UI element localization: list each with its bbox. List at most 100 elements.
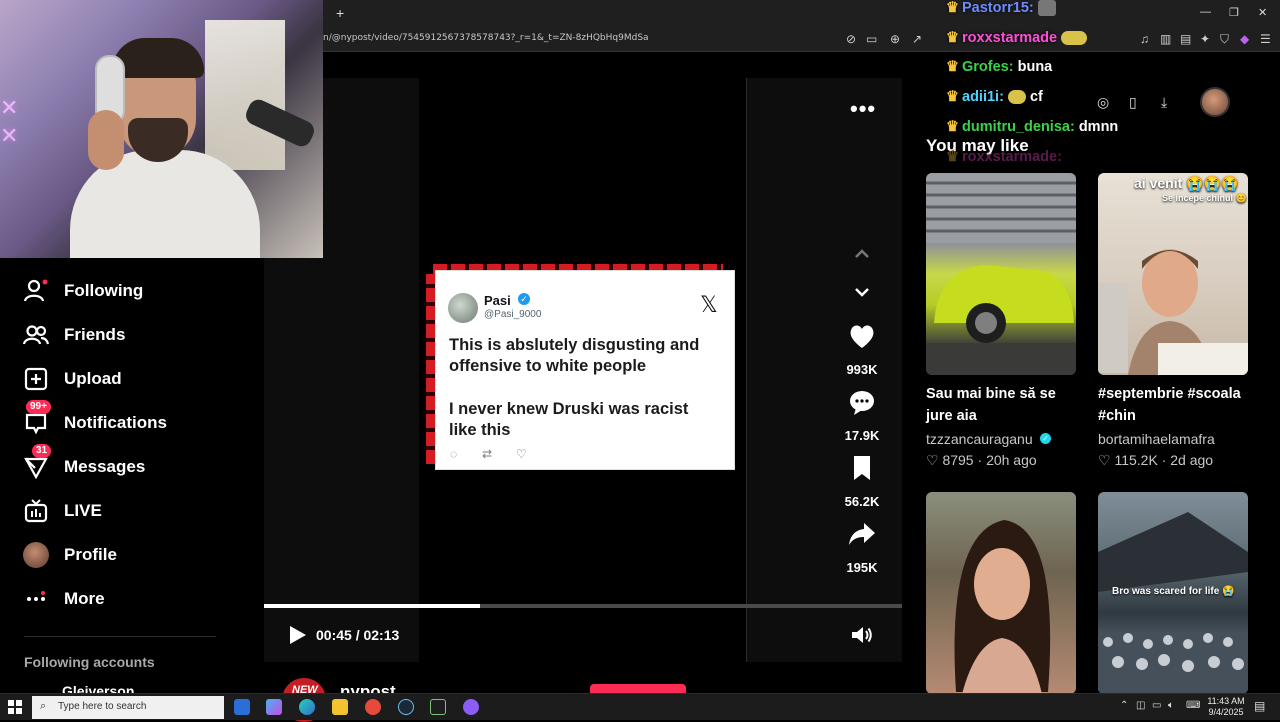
- card-author[interactable]: bortamihaelamafra: [1098, 431, 1215, 447]
- sidebar-item-label: More: [64, 589, 105, 608]
- user-avatar[interactable]: [1200, 87, 1230, 117]
- download-icon[interactable]: ⤓: [1161, 94, 1167, 111]
- share-arrow-icon[interactable]: [846, 520, 878, 548]
- more-icon: [22, 586, 50, 612]
- chevron-up-icon[interactable]: [846, 240, 878, 268]
- card-overlay-text: Bro was scared for life 😭: [1112, 586, 1235, 597]
- sidebar-item-notifications[interactable]: 99+ Notifications: [22, 400, 167, 438]
- chat-message: ♛ adii1i: cf: [946, 89, 1043, 105]
- more-options-icon[interactable]: •••: [850, 96, 876, 122]
- card-age: 20h ago: [986, 452, 1037, 468]
- chat-badge-icon: ♛: [946, 30, 959, 46]
- clock-time[interactable]: 11:43 AM: [1206, 696, 1246, 706]
- upload-icon: [22, 366, 50, 392]
- taskbar-search[interactable]: ⌕ Type here to search: [32, 696, 224, 719]
- sidebar-item-profile[interactable]: Profile: [22, 540, 117, 570]
- task-view-icon[interactable]: [234, 699, 250, 715]
- verified-icon: ✓: [1040, 433, 1051, 444]
- share-count: 195K: [846, 560, 878, 575]
- volume-tray-icon[interactable]: 🔈︎: [1168, 700, 1174, 711]
- video-card[interactable]: Bro was scared for life 😭: [1098, 492, 1248, 694]
- video-card[interactable]: ai venit 😭😭😭 Se incepe chinul 😊: [1098, 173, 1248, 375]
- volume-icon[interactable]: [850, 624, 874, 646]
- wallet-icon[interactable]: ▤: [1180, 32, 1191, 46]
- streamer-hand: [88, 110, 124, 170]
- new-tab-button[interactable]: +: [336, 5, 344, 21]
- url-text[interactable]: n/@nypost/video/7545912567378578743?_r=1…: [323, 33, 649, 43]
- notification-center-icon[interactable]: ▤: [1254, 699, 1265, 713]
- zoom-icon[interactable]: ⊕: [890, 32, 900, 46]
- tweet-text-line: This is abslutely disgusting and: [449, 336, 700, 354]
- chat-username: Pastorr15:: [962, 0, 1034, 16]
- sidebar-item-upload[interactable]: Upload: [22, 364, 122, 394]
- retweet-icon: ⇄: [482, 447, 493, 461]
- video-card[interactable]: [926, 492, 1076, 694]
- card-title[interactable]: Sau mai bine să se jure aia: [926, 383, 1086, 427]
- tweet-author-name: Pasi: [484, 293, 511, 308]
- shield-icon[interactable]: ⛉: [1220, 32, 1229, 47]
- minimize-icon[interactable]: —: [1200, 6, 1211, 18]
- webcam-window: [205, 20, 285, 170]
- terminal-icon[interactable]: [430, 699, 446, 715]
- browser-icon[interactable]: [365, 699, 381, 715]
- divider: [24, 636, 216, 637]
- media-icon[interactable]: ♫: [1140, 32, 1149, 46]
- following-accounts-heading: Following accounts: [24, 654, 155, 670]
- chat-username: Grofes:: [962, 59, 1014, 75]
- card-likes: 8795: [942, 452, 974, 468]
- notifications-badge: 99+: [26, 400, 51, 414]
- steam-icon[interactable]: [398, 699, 414, 715]
- sidebar-item-label: Messages: [64, 457, 146, 476]
- restore-icon[interactable]: ❐: [1229, 6, 1239, 19]
- comment-icon[interactable]: [846, 388, 878, 416]
- share-icon[interactable]: ↗: [912, 32, 922, 46]
- sidebar-item-label: LIVE: [64, 501, 102, 520]
- sidebar-icon[interactable]: ▥: [1160, 32, 1171, 46]
- watch-icon[interactable]: ◎: [1097, 94, 1109, 111]
- profile-avatar: [22, 542, 50, 568]
- windows-start-icon[interactable]: [8, 700, 22, 714]
- card-overlay-subtext: Se incepe chinul 😊: [1162, 193, 1247, 203]
- chat-username: roxxstarmade:: [962, 149, 1062, 165]
- extension-icon[interactable]: ◆: [1240, 32, 1249, 46]
- tray-chevron-icon[interactable]: ⌃: [1120, 700, 1128, 711]
- bookmark-icon[interactable]: [846, 454, 878, 482]
- sidebar-item-label: Notifications: [64, 413, 167, 432]
- network-icon[interactable]: ▭: [1152, 700, 1161, 711]
- card-author[interactable]: tzzzancauraganu: [926, 431, 1033, 447]
- extensions-icon[interactable]: ✦: [1200, 32, 1210, 46]
- video-card[interactable]: [926, 173, 1076, 375]
- card-stats: ♡ 115.2K · 2d ago: [1098, 452, 1214, 468]
- menu-icon[interactable]: ☰: [1260, 32, 1271, 46]
- mute-site-icon[interactable]: ⊘: [846, 32, 856, 46]
- like-count: 993K: [846, 362, 878, 377]
- close-window-icon[interactable]: ✕: [1258, 6, 1267, 19]
- car-thumbnail: [926, 173, 1076, 375]
- friends-icon: [22, 322, 50, 348]
- video-progress-bar[interactable]: [264, 604, 902, 608]
- tray-icon[interactable]: ◫: [1136, 700, 1145, 711]
- phone-icon[interactable]: ▯: [1129, 94, 1137, 111]
- file-explorer-icon[interactable]: [332, 699, 348, 715]
- language-icon[interactable]: ⌨: [1186, 700, 1200, 711]
- sidebar-item-messages[interactable]: 31 Messages: [22, 444, 146, 482]
- cast-icon[interactable]: ▭: [866, 32, 877, 46]
- edge-icon[interactable]: [299, 699, 315, 715]
- chevron-down-icon[interactable]: [846, 278, 878, 306]
- discord-icon[interactable]: [463, 699, 479, 715]
- chat-message: ♛ roxxstarmade:: [946, 149, 1062, 165]
- clock-date[interactable]: 9/4/2025: [1206, 707, 1246, 717]
- sidebar-item-following[interactable]: Following: [22, 276, 143, 306]
- sidebar-item-live[interactable]: LIVE: [22, 496, 102, 526]
- play-icon[interactable]: [286, 624, 308, 646]
- like-heart-icon[interactable]: [846, 322, 878, 350]
- chat-message: ♛ Pastorr15:: [946, 0, 1056, 17]
- sidebar-item-more[interactable]: More: [22, 584, 105, 614]
- sidebar-item-friends[interactable]: Friends: [22, 320, 125, 350]
- webcam-overlay: ✕ ✕: [0, 0, 323, 258]
- chat-message: ♛ roxxstarmade: [946, 30, 1088, 46]
- sidebar: Following Friends Upload 99+ Notificatio…: [0, 258, 264, 700]
- copilot-icon[interactable]: [266, 699, 282, 715]
- card-title[interactable]: #septembrie #scoala #chin: [1098, 383, 1258, 427]
- video-progress-fill: [264, 604, 480, 608]
